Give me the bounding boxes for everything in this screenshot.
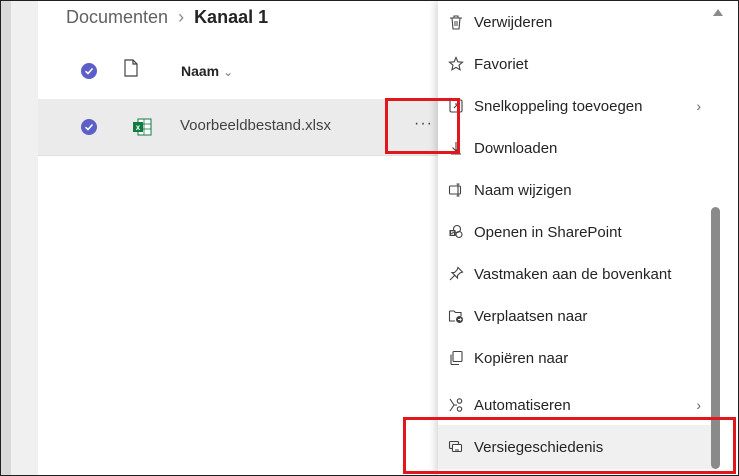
sharepoint-icon: S: [447, 223, 465, 241]
row-checkbox[interactable]: [81, 119, 97, 135]
left-rail-edge: [1, 1, 11, 475]
file-name[interactable]: Voorbeeldbestand.xlsx: [180, 117, 331, 134]
menu-scrollbar-thumb[interactable]: [711, 207, 720, 469]
left-rail: [1, 1, 38, 475]
move-folder-icon: [447, 307, 465, 325]
file-type-column-icon: [124, 59, 138, 82]
menu-item-label: Versiegeschiedenis: [474, 438, 604, 456]
name-column-header[interactable]: Naam ⌄: [181, 63, 233, 79]
copy-icon: [447, 349, 465, 367]
select-all-checkbox[interactable]: [81, 63, 97, 79]
rename-icon: [447, 181, 465, 199]
menu-item-pin-to-top[interactable]: Vastmaken aan de bovenkant: [438, 253, 713, 295]
breadcrumb: Documenten › Kanaal 1: [66, 7, 268, 28]
context-menu: Verwijderen Favoriet Snelkoppeling toevo…: [438, 1, 738, 475]
menu-item-rename[interactable]: Naam wijzigen: [438, 169, 713, 211]
name-column-label: Naam: [181, 63, 220, 79]
svg-text:x: x: [136, 123, 141, 132]
chevron-down-icon: ⌄: [223, 65, 234, 79]
menu-item-label: Downloaden: [474, 139, 558, 157]
menu-item-delete[interactable]: Verwijderen: [438, 1, 713, 43]
trash-icon: [447, 13, 465, 31]
teams-files-window: Documenten › Kanaal 1 Naam ⌄ x Voorbeeldbes…: [0, 0, 739, 476]
menu-item-label: Vastmaken aan de bovenkant: [474, 265, 672, 283]
menu-item-add-shortcut[interactable]: Snelkoppeling toevoegen ›: [438, 85, 713, 127]
menu-item-label: Snelkoppeling toevoegen: [474, 97, 643, 115]
automate-icon: [447, 396, 465, 414]
menu-item-label: Favoriet: [474, 55, 529, 73]
breadcrumb-root[interactable]: Documenten: [66, 7, 168, 27]
submenu-arrow-icon: ›: [696, 98, 701, 114]
file-list-pane: Documenten › Kanaal 1 Naam ⌄ x Voorbeeldbes…: [38, 1, 438, 475]
menu-item-automate[interactable]: Automatiseren ›: [438, 384, 713, 426]
menu-item-label: Kopiëren naar: [474, 349, 569, 367]
menu-item-label: Automatiseren: [474, 396, 571, 414]
scroll-up-arrow-icon[interactable]: [713, 9, 723, 16]
shortcut-icon: [447, 97, 465, 115]
menu-item-copy-to[interactable]: Kopiëren naar: [438, 337, 713, 379]
more-options-button[interactable]: ···: [414, 115, 433, 133]
pin-icon: [447, 265, 465, 283]
menu-item-open-in-sharepoint[interactable]: S Openen in SharePoint: [438, 211, 713, 253]
menu-item-label: Verplaatsen naar: [474, 307, 588, 325]
list-header: Naam ⌄: [38, 49, 438, 93]
version-history-icon: [447, 438, 465, 456]
star-icon: [447, 55, 465, 73]
download-icon: [447, 139, 465, 157]
table-row[interactable]: x Voorbeeldbestand.xlsx ···: [38, 99, 438, 156]
menu-item-label: Naam wijzigen: [474, 181, 572, 199]
checkmark-icon: [84, 123, 94, 131]
menu-item-version-history[interactable]: Versiegeschiedenis: [438, 425, 713, 469]
excel-file-icon: x: [132, 118, 152, 136]
menu-item-label: Openen in SharePoint: [474, 223, 622, 241]
breadcrumb-separator: ›: [178, 7, 185, 27]
menu-item-download[interactable]: Downloaden: [438, 127, 713, 169]
menu-item-move-to[interactable]: Verplaatsen naar: [438, 295, 713, 337]
breadcrumb-current: Kanaal 1: [194, 7, 269, 27]
submenu-arrow-icon: ›: [696, 397, 701, 413]
checkmark-icon: [84, 67, 94, 75]
svg-text:S: S: [451, 231, 455, 237]
menu-item-favorite[interactable]: Favoriet: [438, 43, 713, 85]
menu-item-label: Verwijderen: [474, 13, 553, 31]
